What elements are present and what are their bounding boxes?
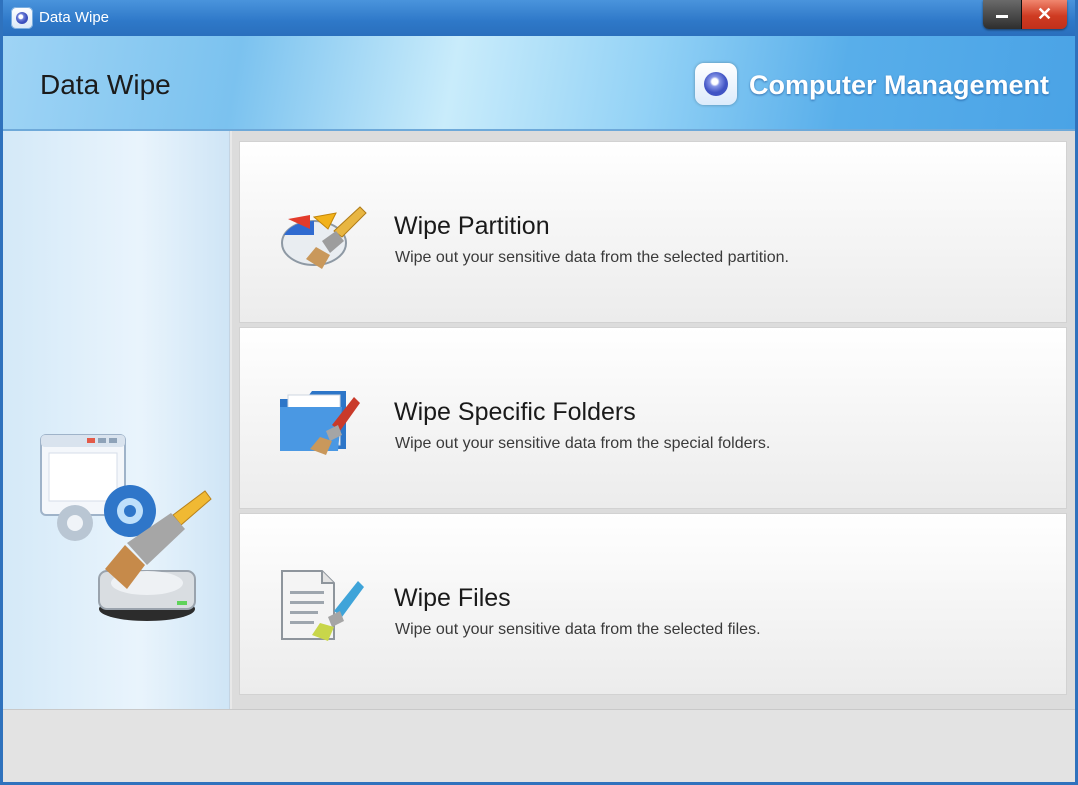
folder-brush-icon (280, 391, 360, 455)
window-title: Data Wipe (39, 9, 110, 26)
title-bar[interactable]: Data Wipe ✕ (3, 0, 1075, 36)
option-description: Wipe out your sensitive data from the se… (395, 249, 789, 266)
partition-brush-icon (281, 206, 367, 269)
wipe-specific-folders-option[interactable]: Wipe Specific Folders Wipe out your sens… (239, 327, 1067, 509)
files-brush-icon (281, 570, 364, 641)
minimize-button[interactable] (983, 0, 1022, 29)
wipe-options-panel: Wipe Partition Wipe out your sensitive d… (232, 131, 1075, 709)
brand-name: Computer Management (749, 70, 1050, 100)
status-bar (3, 709, 1075, 782)
page-title: Data Wipe (40, 69, 171, 100)
window-controls: ✕ (983, 0, 1067, 29)
minimize-icon (996, 15, 1008, 18)
wipe-partition-option[interactable]: Wipe Partition Wipe out your sensitive d… (239, 141, 1067, 323)
wipe-files-option[interactable]: Wipe Files Wipe out your sensitive data … (239, 513, 1067, 695)
option-title: Wipe Files (394, 584, 511, 612)
sidebar (3, 131, 230, 709)
option-description: Wipe out your sensitive data from the sp… (395, 435, 771, 452)
close-button[interactable]: ✕ (1022, 0, 1067, 29)
header-banner: Data Wipe Computer Management (3, 36, 1075, 131)
data-wipe-window: Data Wipe ✕ Data Wipe Computer Managemen… (0, 0, 1078, 785)
data-wipe-illustration-icon (40, 434, 212, 621)
computer-management-logo-icon (695, 63, 737, 105)
app-icon (11, 7, 33, 29)
option-title: Wipe Specific Folders (394, 398, 636, 426)
option-title: Wipe Partition (394, 212, 550, 240)
option-description: Wipe out your sensitive data from the se… (395, 621, 761, 638)
